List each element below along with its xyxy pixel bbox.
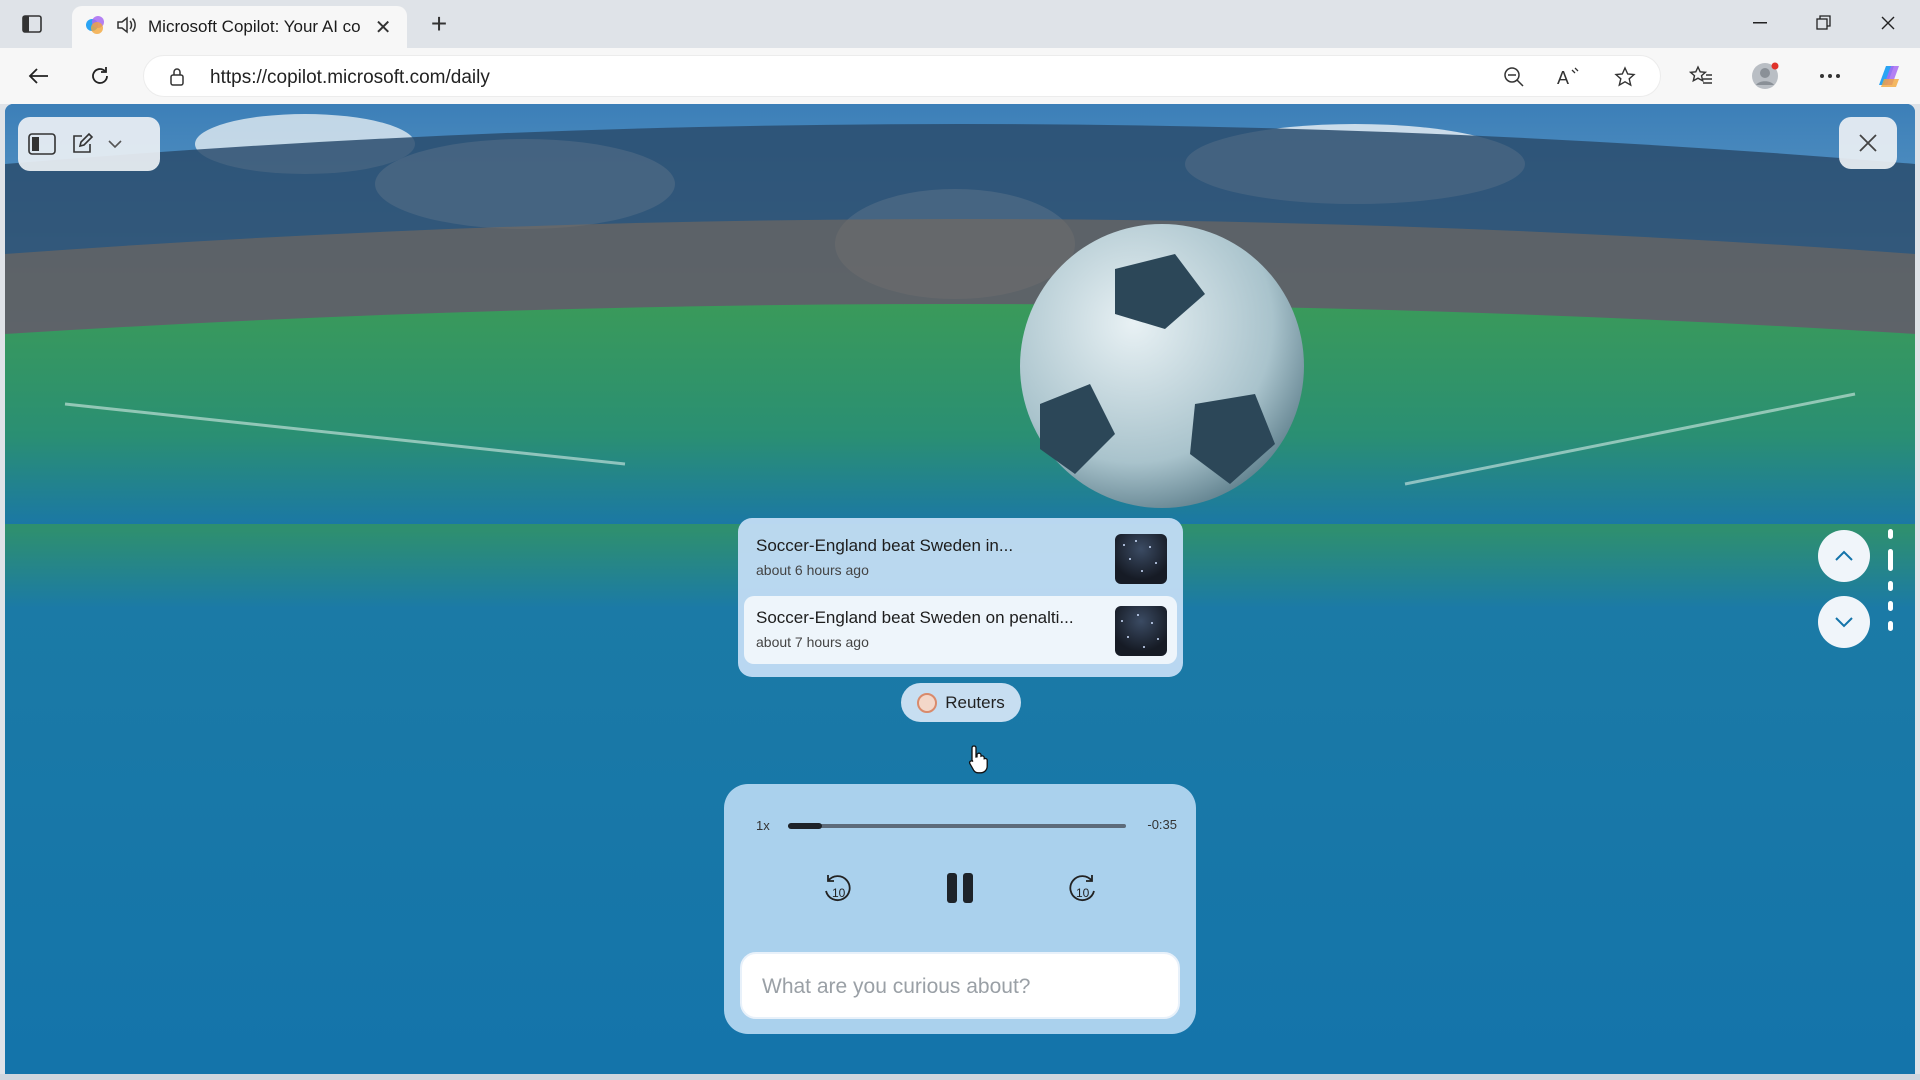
news-title: Soccer-England beat Sweden in... <box>756 536 1014 555</box>
tab-actions-icon[interactable] <box>14 9 50 39</box>
rewind-10-icon[interactable]: 10 <box>814 864 862 912</box>
news-thumbnail <box>1115 534 1167 584</box>
tab-close-icon[interactable]: ✕ <box>371 15 395 39</box>
story-dot-active[interactable] <box>1888 549 1893 571</box>
svg-text:A: A <box>1557 68 1569 88</box>
next-story-button[interactable] <box>1818 596 1870 648</box>
back-arrow-icon[interactable] <box>20 58 56 94</box>
news-time: about 6 hours ago <box>756 562 869 578</box>
previous-story-button[interactable] <box>1818 530 1870 582</box>
tab-title: Microsoft Copilot: Your AI co <box>148 17 361 36</box>
lock-icon[interactable] <box>162 63 192 91</box>
pause-icon <box>947 873 973 903</box>
hand-cursor-icon <box>969 745 988 774</box>
tab-strip: Microsoft Copilot: Your AI co ✕ + <box>0 0 1920 48</box>
chevron-up-icon <box>1835 550 1853 561</box>
window-bottom-edge <box>0 1074 1920 1080</box>
profile-avatar[interactable] <box>1747 58 1783 94</box>
chevron-down-icon[interactable] <box>108 139 122 149</box>
ask-input[interactable] <box>762 972 1162 1002</box>
news-list: Soccer-England beat Sweden in... about 6… <box>738 518 1183 677</box>
progress-fill <box>788 823 822 829</box>
close-window-icon[interactable] <box>1856 0 1920 46</box>
rewind-label: 10 <box>832 886 846 900</box>
story-progress-indicator <box>1888 529 1894 631</box>
news-time: about 7 hours ago <box>756 634 869 650</box>
audio-player: 1x -0:35 10 10 <box>724 784 1196 1034</box>
news-item[interactable]: Soccer-England beat Sweden in... about 6… <box>744 524 1177 592</box>
progress-track[interactable] <box>788 823 1126 829</box>
copilot-sidebar-icon[interactable] <box>1871 58 1907 94</box>
read-aloud-icon[interactable]: A <box>1554 63 1584 91</box>
new-tab-button[interactable]: + <box>422 8 456 39</box>
news-title: Soccer-England beat Sweden on penalti... <box>756 608 1074 627</box>
source-label: Reuters <box>945 692 1005 712</box>
top-toolbar <box>18 117 160 171</box>
story-navigation <box>1818 530 1870 662</box>
close-icon[interactable] <box>1839 117 1897 169</box>
story-dot[interactable] <box>1888 581 1893 591</box>
stadium-hero-image <box>5 104 1915 524</box>
copilot-daily-page: Soccer-England beat Sweden in... about 6… <box>5 104 1915 1074</box>
browser-tab[interactable]: Microsoft Copilot: Your AI co ✕ <box>72 6 407 48</box>
ask-box <box>740 952 1180 1019</box>
favorites-icon[interactable] <box>1683 58 1719 94</box>
browser-toolbar: https://copilot.microsoft.com/daily A <box>0 48 1920 104</box>
source-pill[interactable]: Reuters <box>901 683 1021 722</box>
playback-speed[interactable]: 1x <box>756 818 770 833</box>
copilot-logo-icon <box>84 14 106 41</box>
news-item[interactable]: Soccer-England beat Sweden on penalti...… <box>744 596 1177 664</box>
forward-10-icon[interactable]: 10 <box>1058 864 1106 912</box>
news-thumbnail <box>1115 606 1167 656</box>
more-options-icon[interactable] <box>1812 58 1848 94</box>
new-chat-icon[interactable] <box>70 132 94 156</box>
chevron-down-icon <box>1835 617 1853 628</box>
story-dot[interactable] <box>1888 601 1893 611</box>
minimize-icon[interactable] <box>1728 0 1792 46</box>
story-dot[interactable] <box>1888 529 1893 539</box>
speaker-icon[interactable] <box>116 15 138 40</box>
pause-button[interactable] <box>936 864 984 912</box>
reuters-logo-icon <box>917 692 938 713</box>
refresh-icon[interactable] <box>82 58 118 94</box>
sidebar-toggle-icon[interactable] <box>28 133 56 155</box>
time-remaining: -0:35 <box>1147 817 1177 832</box>
zoom-out-icon[interactable] <box>1499 63 1529 91</box>
story-dot[interactable] <box>1888 621 1893 631</box>
forward-label: 10 <box>1076 886 1090 900</box>
url-text[interactable]: https://copilot.microsoft.com/daily <box>210 67 490 89</box>
address-bar[interactable]: https://copilot.microsoft.com/daily A <box>143 55 1661 97</box>
favorite-star-icon[interactable] <box>1610 63 1640 91</box>
restore-icon[interactable] <box>1792 0 1856 46</box>
window-controls <box>1728 0 1920 48</box>
